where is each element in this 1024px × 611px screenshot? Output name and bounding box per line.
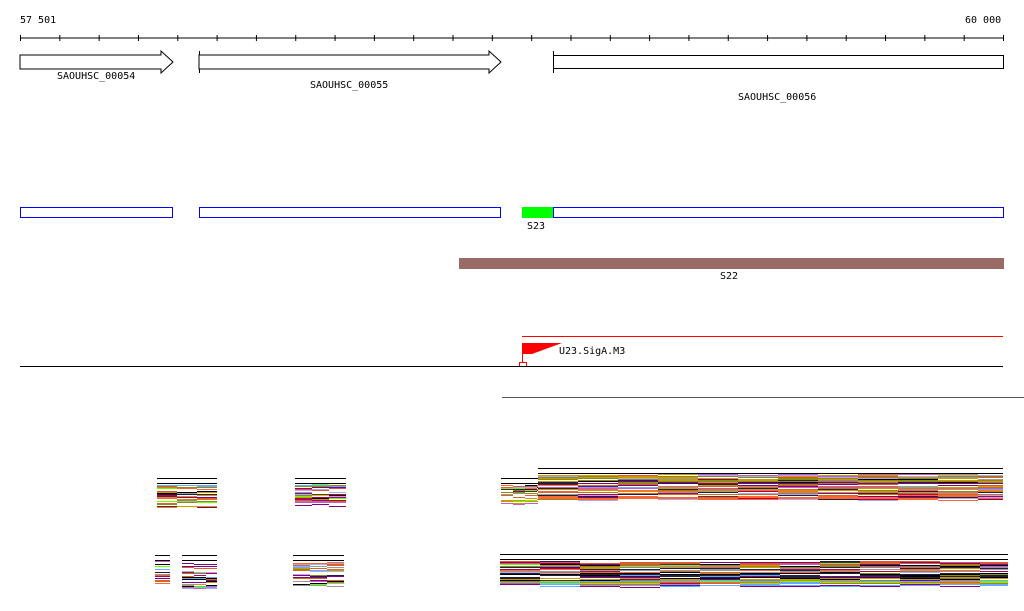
s23-feature[interactable] [522, 207, 553, 218]
gene-label: SAOUHSC_00054 [57, 71, 135, 82]
cds-box[interactable] [553, 207, 1004, 218]
gene-label: SAOUHSC_00056 [738, 92, 816, 103]
ruler-end-label: 60 000 [965, 15, 1001, 26]
cds-box[interactable] [199, 207, 501, 218]
coverage-block [538, 468, 1003, 501]
genome-browser-canvas[interactable]: 57 501 60 000 SAOUHSC_00054 SAOUHSC_0005… [0, 0, 1024, 611]
gene-label: SAOUHSC_00055 [310, 80, 388, 91]
coverage-block [501, 478, 538, 505]
gene-SAOUHSC_00054[interactable]: SAOUHSC_00054 [19, 49, 174, 82]
coverage-block [295, 478, 346, 507]
promoter-flag-icon[interactable] [519, 343, 563, 367]
coverage-block [157, 478, 217, 508]
promoter-label: U23.SigA.M3 [559, 346, 625, 357]
s22-label: S22 [720, 271, 738, 282]
gene-SAOUHSC_00055[interactable]: SAOUHSC_00055 [198, 49, 502, 91]
gene-SAOUHSC_00056[interactable]: SAOUHSC_00056 [553, 51, 1004, 103]
coverage-block [500, 554, 1008, 588]
coordinate-ruler [20, 35, 1004, 41]
coverage-block [182, 555, 217, 589]
coverage-block [155, 555, 170, 584]
s23-label: S23 [527, 221, 545, 232]
coverage-block [293, 555, 344, 587]
ruler-start-label: 57 501 [20, 15, 56, 26]
coverage-tracks [155, 468, 1008, 589]
cds-box[interactable] [20, 207, 173, 218]
s22-feature[interactable] [459, 258, 1004, 269]
